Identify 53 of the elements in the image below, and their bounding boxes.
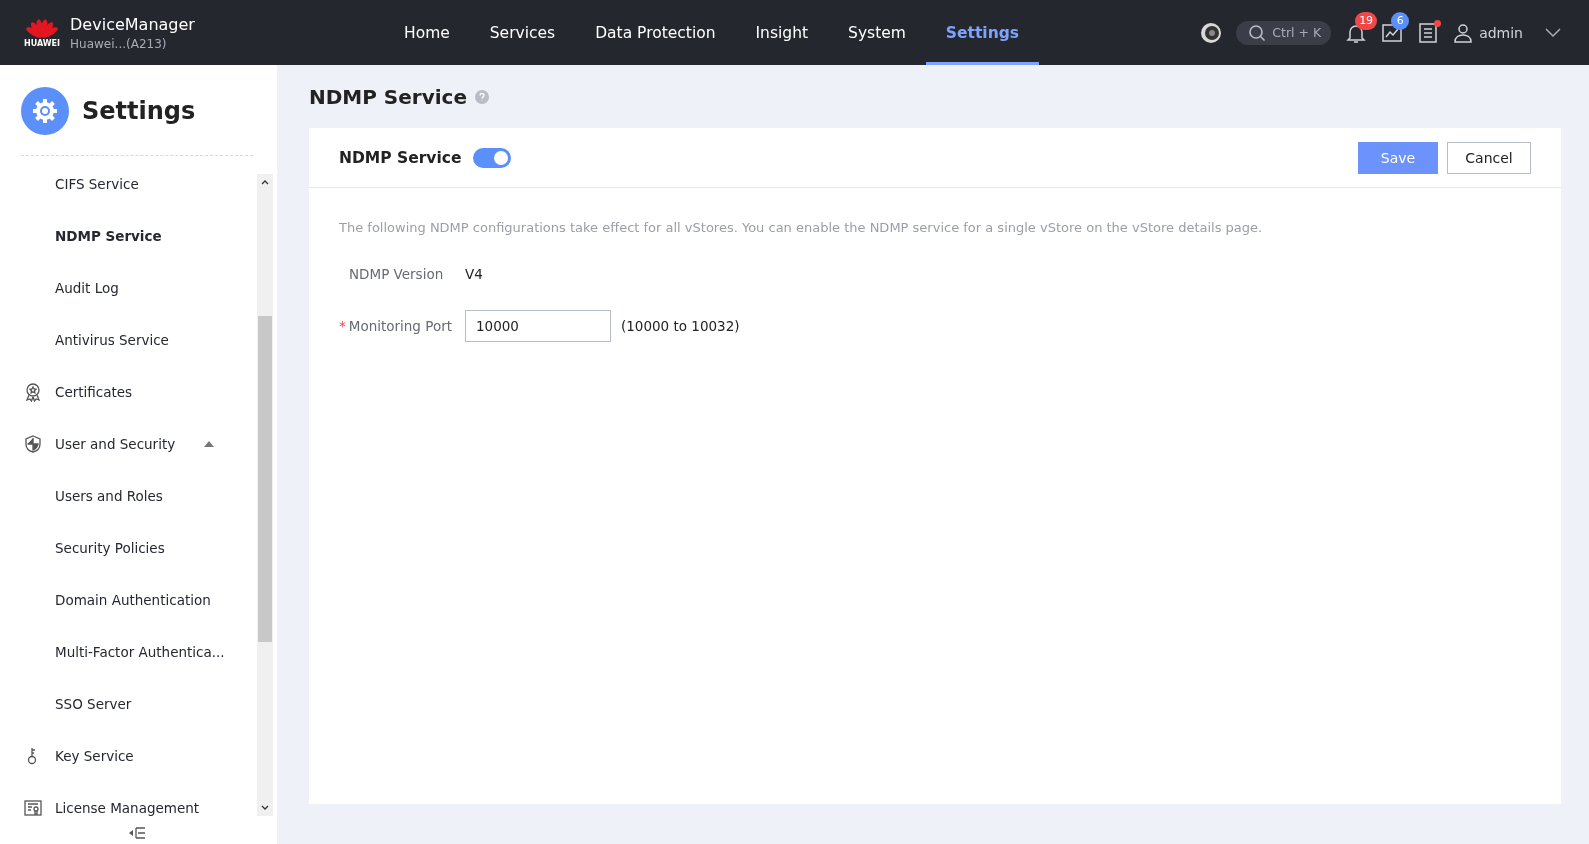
flower-logo-icon: [25, 17, 59, 39]
settings-icon: [21, 87, 69, 135]
device-name: Huawei...(A213): [70, 36, 168, 51]
sidebar-item[interactable]: Users and Roles: [0, 470, 257, 522]
sidebar-item[interactable]: Audit Log: [0, 262, 257, 314]
description-text: The following NDMP configurations take effect for all vStores. You can enable the NDMP service for a single vStore on the vStore details page.: [339, 220, 1264, 235]
field-label: NDMP Version: [349, 266, 444, 282]
shortcut-hint: Ctrl + K: [1272, 25, 1322, 40]
license-icon: [23, 798, 43, 818]
sidebar-item[interactable]: Domain Authentication: [0, 574, 257, 626]
theme-icon[interactable]: [1200, 21, 1223, 44]
scroll-up-icon[interactable]: [260, 178, 270, 186]
sidebar-title: Settings: [82, 97, 196, 125]
collapse-icon[interactable]: [128, 826, 146, 840]
nav-tab[interactable]: Services: [469, 0, 576, 65]
user-name: admin: [1479, 24, 1523, 41]
notification-count: 19: [1355, 11, 1378, 30]
sidebar-item[interactable]: SSO Server: [0, 678, 257, 730]
sidebar-item[interactable]: Multi-Factor Authentica...: [0, 626, 257, 678]
nav-tab[interactable]: System: [828, 0, 926, 65]
award-icon: [23, 382, 43, 402]
sidebar-item[interactable]: NDMP Service: [0, 210, 257, 262]
nav-tab[interactable]: Settings: [925, 0, 1040, 65]
toggle-switch[interactable]: [473, 147, 512, 168]
field-value: V4: [465, 266, 483, 282]
logo-text: HUAWEI: [24, 39, 61, 48]
range-hint: (10000 to 10032): [621, 318, 740, 334]
required-mark: *: [339, 318, 346, 334]
search-icon: [1248, 23, 1267, 42]
app-title: DeviceManager: [70, 14, 195, 34]
input-field[interactable]: 10000: [465, 310, 611, 342]
sidebar-item[interactable]: CIFS Service: [0, 158, 257, 210]
sidebar-item[interactable]: Antivirus Service: [0, 314, 257, 366]
sidebar-item[interactable]: Certificates: [0, 366, 257, 418]
scroll-thumb[interactable]: [258, 316, 272, 642]
sidebar-item[interactable]: User and Security: [0, 418, 257, 470]
task-count: 6: [1391, 11, 1410, 30]
nav-tab[interactable]: Data Protection: [575, 0, 736, 65]
toggle-label: NDMP Service: [339, 148, 462, 167]
cancel-button[interactable]: Cancel: [1447, 141, 1531, 174]
nav-tab[interactable]: Home: [384, 0, 470, 65]
field-label: Monitoring Port: [348, 318, 452, 334]
user-icon: [1453, 22, 1474, 43]
shield-icon: [23, 434, 43, 454]
sidebar-item[interactable]: Key Service: [0, 730, 257, 782]
page-title: NDMP Service: [309, 85, 467, 109]
list-icon[interactable]: [1417, 21, 1440, 44]
sidebar-item[interactable]: License Management: [0, 782, 257, 834]
sidebar-item[interactable]: Security Policies: [0, 522, 257, 574]
nav-tab[interactable]: Insight: [735, 0, 829, 65]
search-field[interactable]: Ctrl + K: [1236, 20, 1332, 45]
chevron-down-icon[interactable]: [1545, 27, 1561, 38]
scroll-down-icon[interactable]: [260, 804, 270, 812]
